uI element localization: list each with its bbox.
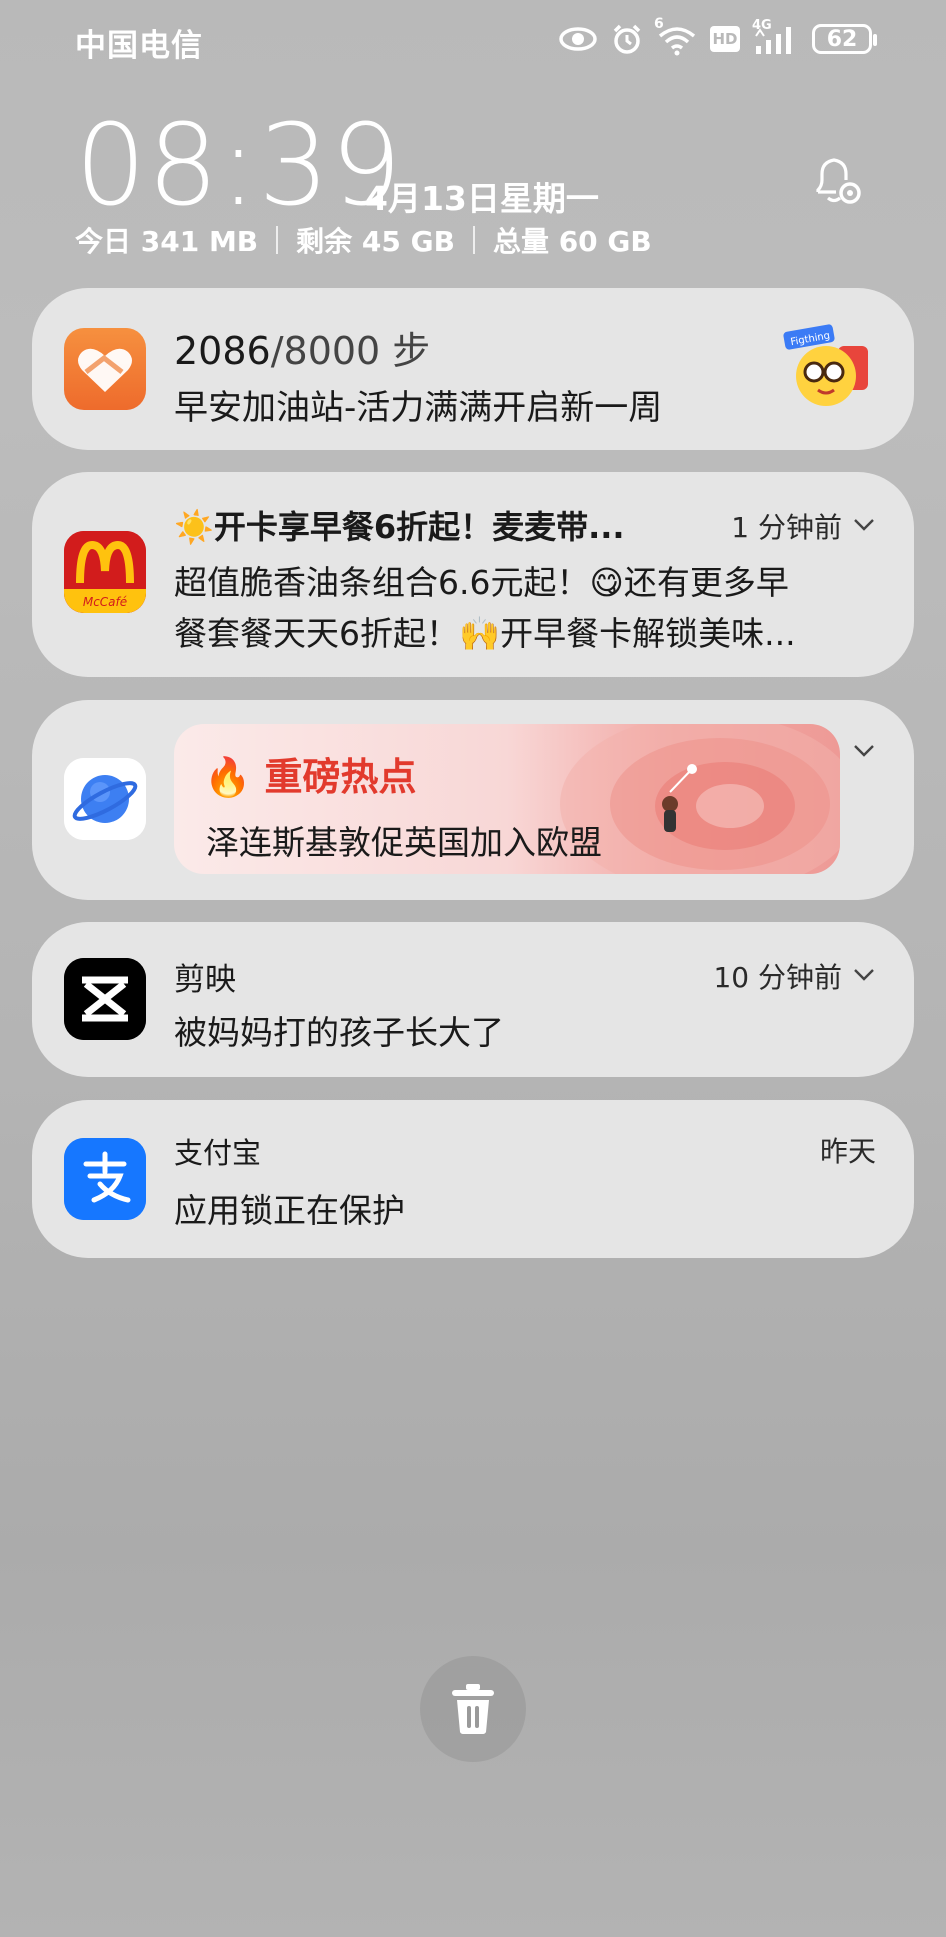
divider <box>276 226 279 254</box>
alipay-app-icon <box>64 1138 146 1220</box>
divider <box>472 226 475 254</box>
app-name: 剪映 <box>174 962 236 998</box>
lock-date: 4月13日星期一 <box>365 179 599 218</box>
steps-goal: /8000 步 <box>270 329 431 373</box>
notification-title: ☀️开卡享早餐6折起！麦麦带... <box>174 508 625 546</box>
mascot-image: Figthing <box>782 324 874 414</box>
notification-time: 10 分钟前 <box>713 961 842 994</box>
health-app-icon <box>64 328 146 410</box>
lock-clock: 08:39 <box>75 101 403 231</box>
notification-browser-news[interactable]: 🔥 重磅热点 泽连斯基敦促英国加入欧盟 <box>32 700 914 900</box>
notification-settings-icon[interactable] <box>806 150 866 210</box>
clear-notifications-button[interactable] <box>420 1656 526 1762</box>
hd-icon: HD <box>710 26 740 52</box>
network-type: 4G <box>752 18 772 33</box>
mccafe-label: McCafé <box>83 595 127 609</box>
notification-alipay[interactable]: 支付宝 昨天 应用锁正在保护 <box>32 1100 914 1258</box>
news-headline: 泽连斯基敦促英国加入欧盟 <box>206 823 602 862</box>
notification-body: 应用锁正在保护 <box>174 1191 405 1230</box>
trash-icon <box>452 1684 494 1734</box>
browser-app-icon <box>64 758 146 840</box>
notification-health-steps[interactable]: 2086/8000 步 早安加油站-活力满满开启新一周 Figthing <box>32 288 914 450</box>
hot-topic-label: 🔥 重磅热点 <box>204 755 417 799</box>
steps-current: 2086 <box>174 329 271 373</box>
signal-icon: 4G <box>752 18 800 56</box>
eye-icon <box>558 24 598 54</box>
expand-chevron-icon[interactable] <box>852 512 876 536</box>
carrier-name: 中国电信 <box>75 28 203 64</box>
storage-free: 剩余 45 GB <box>296 225 455 258</box>
notification-time: 昨天 <box>819 1135 876 1168</box>
jianying-app-icon <box>64 958 146 1040</box>
notification-body: 早安加油站-活力满满开启新一周 <box>174 388 663 428</box>
notification-jianying[interactable]: 剪映 10 分钟前 被妈妈打的孩子长大了 <box>32 922 914 1077</box>
hot-news-banner[interactable]: 🔥 重磅热点 泽连斯基敦促英国加入欧盟 <box>174 724 840 874</box>
wifi-6-icon: 6 <box>654 16 698 56</box>
expand-chevron-icon[interactable] <box>852 962 876 986</box>
expand-chevron-icon[interactable] <box>852 738 876 762</box>
steps-count: 2086/8000 步 <box>174 320 430 375</box>
notification-mcdonalds[interactable]: McCafé ☀️开卡享早餐6折起！麦麦带... 1 分钟前 超值脆香油条组合6… <box>32 472 914 677</box>
data-storage-summary: 今日 341 MB 剩余 45 GB 总量 60 GB <box>75 220 652 260</box>
notification-body-line2: 餐套餐天天6折起！🙌开早餐卡解锁美味... <box>174 614 796 653</box>
notification-time: 1 分钟前 <box>731 511 842 544</box>
battery-indicator: 62 <box>812 24 877 54</box>
mcdonalds-app-icon: McCafé <box>64 531 146 613</box>
status-icons: 6 HD 4G 62 <box>558 16 877 60</box>
notification-body-line1: 超值脆香油条组合6.6元起！😋还有更多早 <box>174 563 789 602</box>
notification-body: 被妈妈打的孩子长大了 <box>174 1013 504 1052</box>
status-bar: 中国电信 6 HD 4G 62 <box>0 0 946 80</box>
app-name: 支付宝 <box>174 1136 262 1170</box>
wifi-superscript: 6 <box>654 16 664 32</box>
alarm-icon <box>610 22 644 56</box>
data-today: 今日 341 MB <box>75 225 259 258</box>
storage-total: 总量 60 GB <box>492 225 652 258</box>
